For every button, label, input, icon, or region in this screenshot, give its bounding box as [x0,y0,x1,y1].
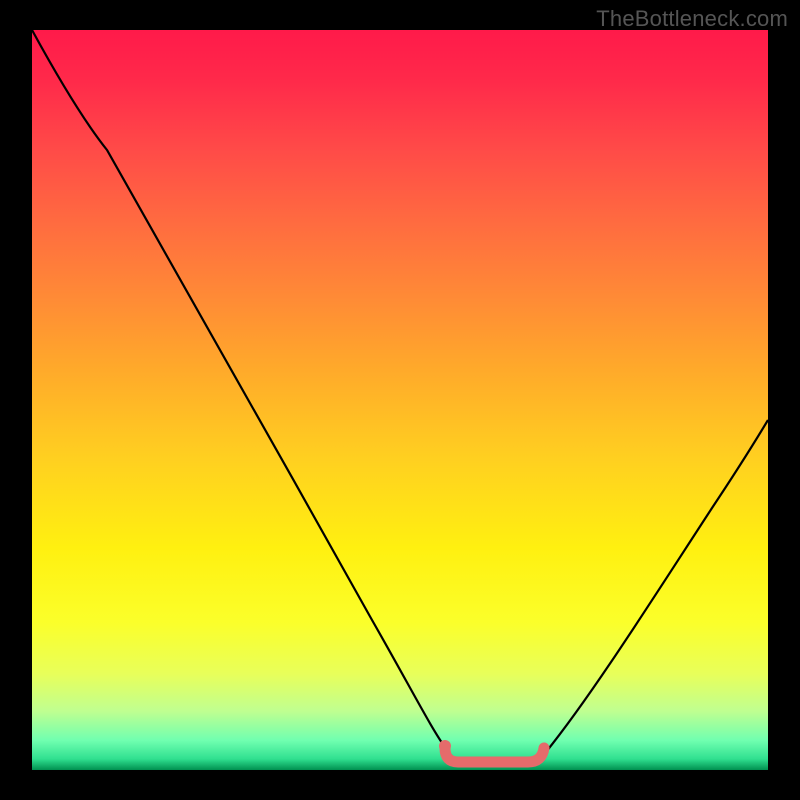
watermark-text: TheBottleneck.com [596,6,788,32]
curve-path [32,30,768,762]
bottleneck-curve [32,30,768,770]
optimal-flat-region [445,748,544,762]
chart-plot-area [32,30,768,770]
optimal-region-start-marker [439,740,451,752]
